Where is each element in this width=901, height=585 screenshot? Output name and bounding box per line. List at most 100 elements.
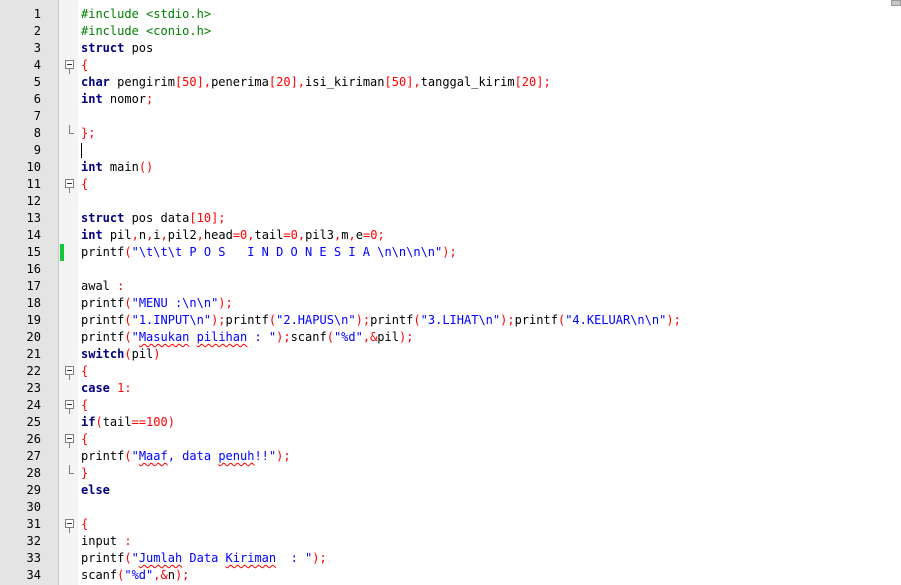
- code-line[interactable]: 17 awal :: [0, 278, 901, 295]
- line-number: 12: [26, 194, 41, 208]
- code-text[interactable]: printf("Jumlah Data Kiriman : ");: [81, 550, 327, 567]
- code-text[interactable]: printf("Maaf, data penuh!!");: [81, 448, 291, 465]
- code-line[interactable]: 11 {: [0, 176, 901, 193]
- code-token: =: [283, 228, 291, 242]
- fold-collapse-icon[interactable]: [62, 431, 81, 448]
- code-text[interactable]: #include <conio.h>: [81, 23, 211, 40]
- code-line[interactable]: 15 printf("\t\t\t P O S I N D O N E S I A…: [0, 244, 901, 261]
- code-token: #include <conio.h>: [81, 24, 212, 38]
- code-line[interactable]: 9: [0, 142, 901, 159]
- code-text[interactable]: #include <stdio.h>: [81, 6, 211, 23]
- code-text[interactable]: struct pos data[10];: [81, 210, 226, 227]
- code-text[interactable]: }: [81, 465, 88, 482]
- code-text[interactable]: {: [81, 176, 88, 193]
- code-text[interactable]: printf("\t\t\t P O S I N D O N E S I A \…: [81, 244, 457, 261]
- code-line[interactable]: 8};: [0, 125, 901, 142]
- code-token: int: [81, 160, 103, 174]
- line-number: 16: [26, 262, 41, 276]
- fold-collapse-icon[interactable]: [62, 363, 81, 380]
- fold-collapse-icon[interactable]: [62, 57, 81, 74]
- code-token: "%d": [333, 330, 363, 344]
- code-line[interactable]: 7: [0, 108, 901, 125]
- code-line[interactable]: 14 int pil,n,i,pil2,head=0,tail=0,pil3,m,…: [0, 227, 901, 244]
- code-text[interactable]: printf("Masukan pilihan : ");scanf("%d",…: [81, 329, 413, 346]
- code-token: 100: [146, 415, 168, 429]
- code-line[interactable]: 13 struct pos data[10];: [0, 210, 901, 227]
- code-text[interactable]: printf("1.INPUT\n");printf("2.HAPUS\n");…: [81, 312, 681, 329]
- code-line[interactable]: 26 {: [0, 431, 901, 448]
- code-line[interactable]: 31 {: [0, 516, 901, 533]
- code-line[interactable]: 27 printf("Maaf, data penuh!!");: [0, 448, 901, 465]
- code-text[interactable]: {: [81, 397, 88, 414]
- code-line[interactable]: 10 int main(): [0, 159, 901, 176]
- code-line[interactable]: 30: [0, 499, 901, 516]
- code-line[interactable]: 1 #include <stdio.h>: [0, 6, 901, 23]
- line-number: 9: [33, 143, 41, 157]
- line-number: 11: [26, 177, 41, 191]
- line-number: 21: [26, 347, 41, 361]
- code-line[interactable]: 20 printf("Masukan pilihan : ");scanf("%d…: [0, 329, 901, 346]
- code-text[interactable]: int main(): [81, 159, 153, 176]
- code-line[interactable]: 4{: [0, 57, 901, 74]
- code-line[interactable]: 29 else: [0, 482, 901, 499]
- code-token: tail: [254, 228, 284, 242]
- code-token: printf: [370, 313, 414, 327]
- code-line[interactable]: 32 input :: [0, 533, 901, 550]
- code-token: ];: [536, 75, 551, 89]
- code-text[interactable]: int pil,n,i,pil2,head=0,tail=0,pil3,m,e=…: [81, 227, 385, 244]
- code-line[interactable]: 2 #include <conio.h>: [0, 23, 901, 40]
- fold-collapse-icon[interactable]: [62, 397, 81, 414]
- code-text[interactable]: {: [81, 516, 88, 533]
- code-line[interactable]: 6 int nomor;: [0, 91, 901, 108]
- fold-collapse-icon[interactable]: [62, 516, 81, 533]
- code-text[interactable]: input :: [81, 533, 132, 550]
- code-token: );: [218, 296, 233, 310]
- code-text[interactable]: printf("MENU :\n\n");: [81, 295, 233, 312]
- fold-collapse-icon[interactable]: [62, 176, 81, 193]
- code-text[interactable]: {: [81, 57, 88, 74]
- code-text[interactable]: else: [81, 482, 110, 499]
- code-token: );: [211, 313, 226, 327]
- code-line[interactable]: 5 char pengirim[50],penerima[20],isi_kiri…: [0, 74, 901, 91]
- code-text[interactable]: switch(pil): [81, 346, 161, 363]
- code-token: {: [81, 398, 89, 412]
- code-line[interactable]: 25 if(tail==100): [0, 414, 901, 431]
- code-token: printf: [81, 551, 125, 565]
- code-text[interactable]: awal :: [81, 278, 124, 295]
- text-caret: [81, 143, 82, 158]
- code-line[interactable]: 23 case 1:: [0, 380, 901, 397]
- code-token: [: [384, 75, 392, 89]
- code-text[interactable]: int nomor;: [81, 91, 153, 108]
- code-line[interactable]: 33 printf("Jumlah Data Kiriman : ");: [0, 550, 901, 567]
- code-line[interactable]: 22 {: [0, 363, 901, 380]
- code-line[interactable]: 34 scanf("%d",&n);: [0, 567, 901, 584]
- misspelled-word: Masukan: [138, 330, 190, 344]
- code-token: {: [81, 58, 89, 72]
- code-token: awal: [81, 279, 118, 293]
- code-token: );: [442, 245, 457, 259]
- code-token: : ": [247, 330, 277, 344]
- code-token: if: [81, 415, 96, 429]
- code-line[interactable]: 3 struct pos: [0, 40, 901, 57]
- code-token: scanf: [81, 568, 118, 582]
- line-number: 2: [33, 24, 41, 38]
- code-editor[interactable]: 1 #include <stdio.h> 2 #include <conio.h> 3 s…: [0, 0, 901, 585]
- code-text[interactable]: scanf("%d",&n);: [81, 567, 189, 584]
- code-line[interactable]: 12: [0, 193, 901, 210]
- code-text[interactable]: if(tail==100): [81, 414, 175, 431]
- code-text[interactable]: };: [81, 125, 95, 142]
- code-token: {: [81, 517, 89, 531]
- code-line[interactable]: 24 {: [0, 397, 901, 414]
- code-text[interactable]: char pengirim[50],penerima[20],isi_kirim…: [81, 74, 551, 91]
- code-line[interactable]: 16: [0, 261, 901, 278]
- code-text[interactable]: case 1:: [81, 380, 132, 397]
- code-token: tail: [102, 415, 132, 429]
- code-text[interactable]: {: [81, 363, 88, 380]
- code-text[interactable]: {: [81, 431, 88, 448]
- code-line[interactable]: 28}: [0, 465, 901, 482]
- code-token: head: [203, 228, 233, 242]
- code-text[interactable]: struct pos: [81, 40, 153, 57]
- code-line[interactable]: 18 printf("MENU :\n\n");: [0, 295, 901, 312]
- code-line[interactable]: 19 printf("1.INPUT\n");printf("2.HAPUS\n"…: [0, 312, 901, 329]
- code-line[interactable]: 21 switch(pil): [0, 346, 901, 363]
